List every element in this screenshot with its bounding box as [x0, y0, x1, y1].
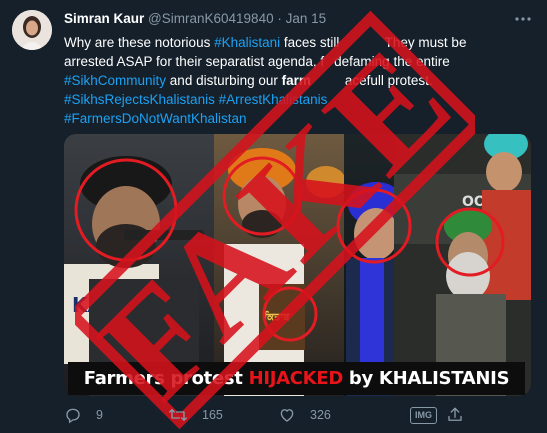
caption-part-1: Farmers protest: [83, 368, 249, 389]
hashtag-arrestkhalistanis[interactable]: #ArrestKhalistanis: [219, 92, 328, 107]
hashtag-sikhsrejectskhalistanis[interactable]: #SikhsRejectsKhalistanis: [64, 92, 215, 107]
more-options-icon[interactable]: [513, 12, 533, 26]
hashtag-sikhcommunity[interactable]: #SikhCommunity: [64, 73, 166, 88]
retweet-count: 165: [202, 408, 223, 422]
text-segment: acefull protest.: [344, 73, 433, 88]
reply-button[interactable]: 9: [64, 404, 103, 426]
like-button[interactable]: 326: [278, 404, 331, 426]
share-icon: [448, 407, 462, 421]
text-segment: defaming the entire: [334, 54, 450, 69]
retweet-button[interactable]: 165: [168, 404, 223, 426]
text-segment: farm: [281, 73, 311, 88]
reply-icon: [66, 408, 80, 424]
hashtag-farmersdonotwantkhalistan[interactable]: #FarmersDoNotWantKhalistan: [64, 111, 247, 126]
text-segment: faces still: [280, 35, 344, 50]
handle[interactable]: @SimranK60419840: [148, 11, 274, 26]
book-text: ਕਿਤਾਬ: [263, 310, 290, 323]
tweet-text: Why are these notorious #Khalistani face…: [64, 33, 534, 128]
text-segment: arrested ASAP for their separatist agend…: [64, 54, 325, 69]
heart-icon: [280, 409, 294, 422]
tweet-header: Simran Kaur @SimranK60419840 · Jan 15: [64, 11, 326, 26]
hashtag-khalistani[interactable]: #Khalistani: [214, 35, 280, 50]
tweet-text-line-5: #FarmersDoNotWantKhalistan: [64, 109, 534, 128]
media-caption: Farmers protest HIJACKED by KHALISTANIS: [68, 362, 525, 395]
reply-count: 9: [96, 408, 103, 422]
caption-part-3: by KHALISTANIS: [342, 368, 510, 389]
separator: ·: [277, 11, 282, 26]
text-segment: They must be: [381, 35, 467, 50]
tweet: Simran Kaur @SimranK60419840 · Jan 15 Wh…: [0, 0, 547, 433]
share-button[interactable]: [446, 404, 478, 426]
retweet-icon: [169, 409, 187, 421]
text-segment: Why are these notorious: [64, 35, 215, 50]
tweet-text-line-4: #SikhsRejectsKhalistanis #ArrestKhalista…: [64, 90, 534, 109]
tweet-text-line-2: arrested ASAP for their separatist agend…: [64, 52, 534, 71]
tweet-date[interactable]: Jan 15: [286, 11, 327, 26]
tweet-media-image[interactable]: KAC JAY ਕਿਤਾਬ OOO: [64, 134, 531, 396]
like-count: 326: [310, 408, 331, 422]
tweet-text-line-3: #SikhCommunity and disturbing our farm ac…: [64, 71, 534, 90]
display-name[interactable]: Simran Kaur: [64, 11, 144, 26]
caption-hijacked: HIJACKED: [248, 368, 344, 389]
tweet-actions: 9 165 326 IMG: [64, 404, 534, 426]
avatar[interactable]: [12, 10, 52, 50]
text-segment: and disturbing our: [166, 73, 282, 88]
collage-photo: KAC JAY ਕਿਤਾਬ OOO: [64, 134, 531, 396]
img-badge[interactable]: IMG: [410, 407, 437, 424]
tweet-text-line-1: Why are these notorious #Khalistani face…: [64, 33, 534, 52]
